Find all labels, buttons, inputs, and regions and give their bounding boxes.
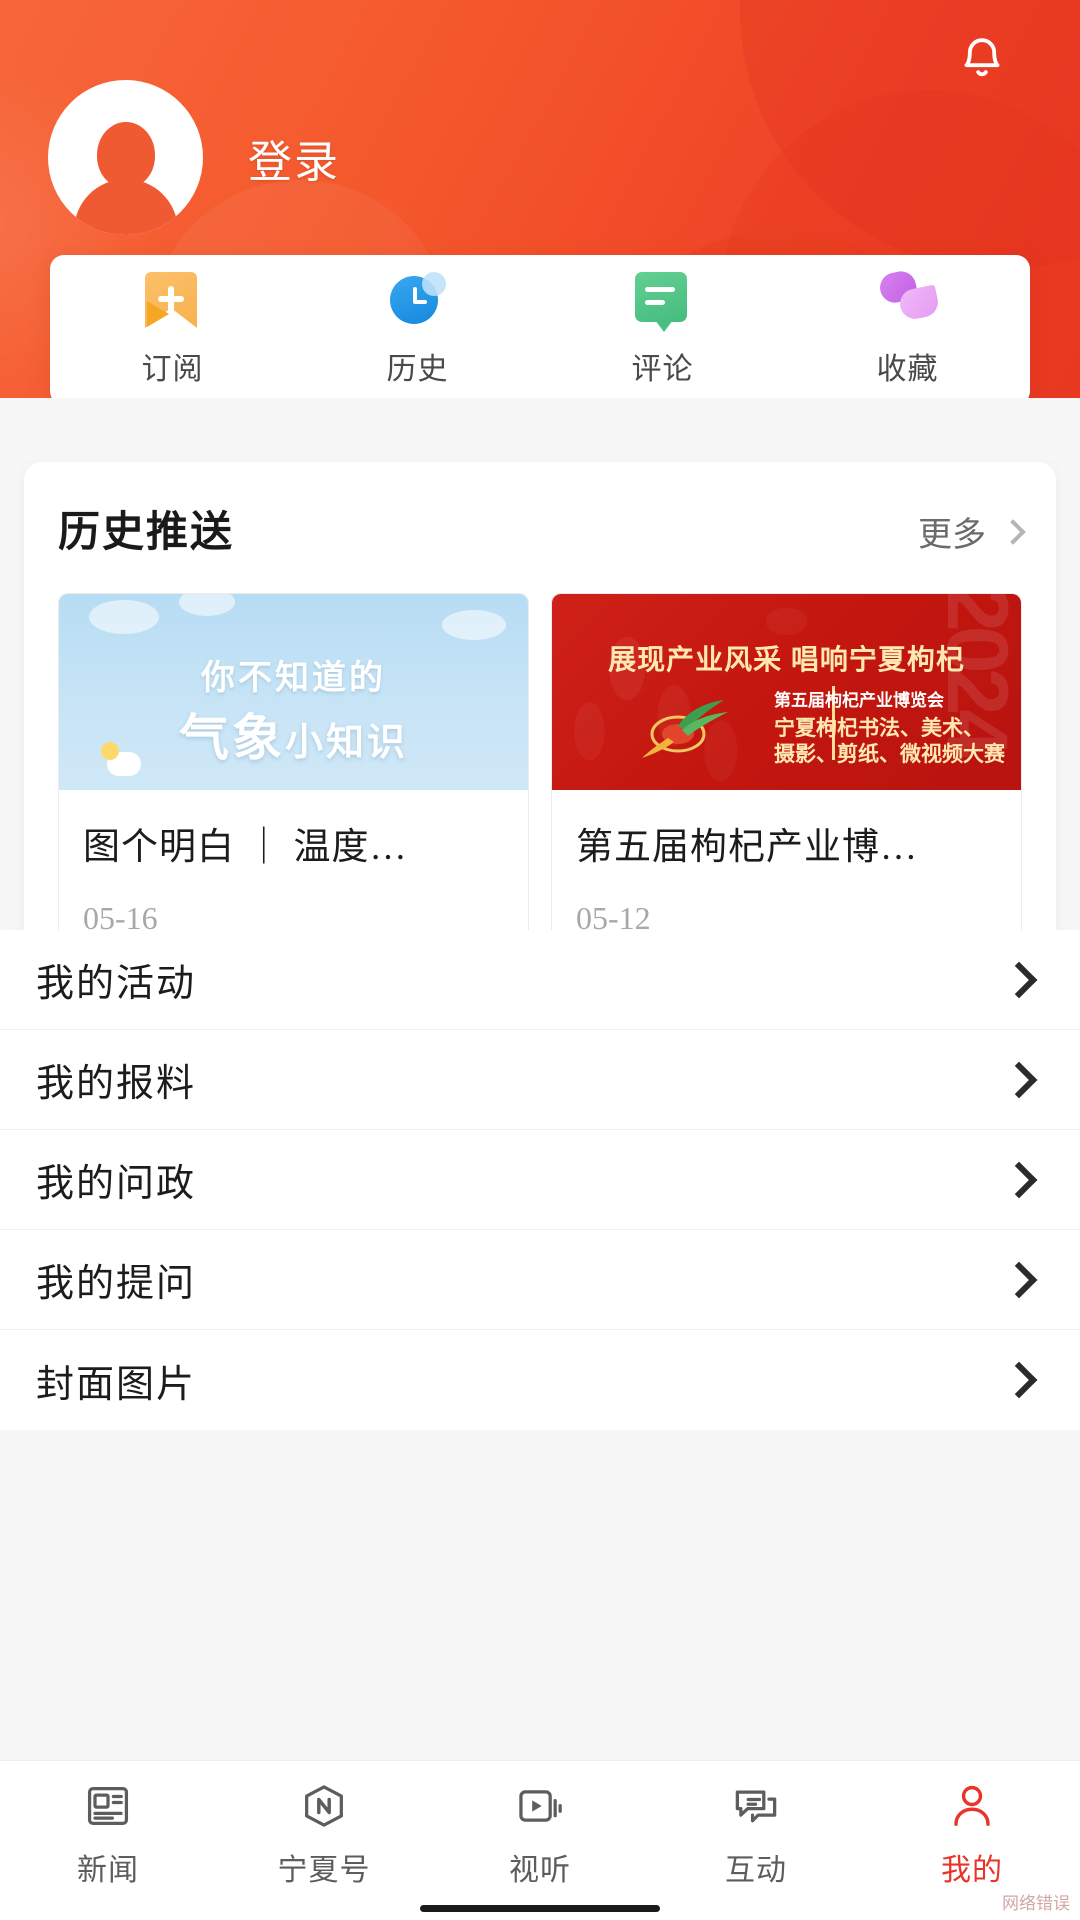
video-play-icon — [511, 1779, 569, 1833]
history-push-item[interactable]: 你不知道的 气象小知识 图个明白 ｜ 温度… 05-16 — [58, 593, 529, 958]
avatar[interactable] — [48, 80, 203, 235]
menu-item-label: 我的报料 — [36, 1063, 197, 1105]
sun-cloud-icon — [101, 742, 141, 776]
quick-action-label: 历史 — [386, 353, 449, 386]
menu-item-label: 我的活动 — [36, 963, 197, 1005]
article-thumbnail: 你不知道的 气象小知识 — [59, 594, 528, 790]
menu-item-label: 我的提问 — [36, 1263, 197, 1305]
comment-icon — [634, 272, 691, 332]
thumbnail-line-2-big: 气象 — [178, 710, 285, 766]
history-push-card: 历史推送 更多 你不知道的 气象小知识 图个明白 ｜ 温度… 05-16 202… — [24, 462, 1056, 992]
menu-item-my-question[interactable]: 我的提问 — [0, 1230, 1080, 1330]
chevron-right-icon — [1000, 1361, 1038, 1399]
notification-bell-button[interactable] — [944, 24, 1020, 100]
tab-label: 宁夏号 — [277, 1854, 371, 1887]
tab-label: 互动 — [725, 1854, 787, 1887]
thumbnail-line-2: 气象小知识 — [179, 698, 408, 770]
chevron-right-icon — [1000, 961, 1038, 998]
login-label[interactable]: 登录 — [248, 126, 340, 190]
tab-news[interactable]: 新闻 — [0, 1779, 216, 1889]
quick-actions-card: 订阅 历史 评论 收藏 — [50, 255, 1030, 398]
bottom-navigation-bar: 新闻 宁夏号 视听 互动 我的 — [0, 1760, 1080, 1920]
history-clock-icon — [389, 272, 446, 328]
app-root: 登录 订阅 历史 评论 收藏 历史推送 更多 你不知道的 气象小知识 图个明白 … — [0, 0, 1080, 1920]
chevron-right-icon — [1000, 1161, 1038, 1198]
article-title: 第五届枸杞产业博… — [576, 827, 918, 868]
menu-item-my-government-inquiry[interactable]: 我的问政 — [0, 1130, 1080, 1230]
quick-action-comment[interactable]: 评论 — [540, 272, 785, 388]
thumbnail-sub-0: 第五届枸杞产业博览会 — [774, 691, 944, 710]
login-area[interactable]: 登录 — [48, 80, 340, 235]
tab-audio-video[interactable]: 视听 — [432, 1779, 648, 1889]
tab-interaction[interactable]: 互动 — [648, 1779, 864, 1889]
avatar-head — [96, 121, 155, 188]
article-thumbnail: 2024 展现产业风采 唱响宁夏枸杞 第五届枸杞产业博览会 宁夏枸杞书法、美术、… — [552, 594, 1021, 790]
tab-label: 我的 — [941, 1854, 1003, 1887]
favorite-icon — [876, 268, 941, 328]
history-push-header: 历史推送 更多 — [58, 498, 1026, 559]
quick-action-favorite[interactable]: 收藏 — [785, 268, 1030, 388]
chat-bubbles-icon — [727, 1779, 785, 1833]
thumbnail-headline: 展现产业风采 唱响宁夏枸杞 — [608, 644, 965, 675]
quick-action-label: 评论 — [631, 353, 694, 386]
tab-mine[interactable]: 我的 — [864, 1779, 1080, 1889]
person-icon — [943, 1779, 1001, 1833]
tab-label: 视听 — [509, 1854, 571, 1887]
bell-icon — [955, 33, 1009, 92]
subscribe-icon — [144, 272, 201, 328]
quick-action-label: 订阅 — [141, 353, 204, 386]
menu-item-label: 封面图片 — [36, 1363, 197, 1406]
menu-item-cover-image[interactable]: 封面图片 — [0, 1330, 1080, 1430]
account-menu-list: 我的活动 我的报料 我的问政 我的提问 封面图片 — [0, 930, 1080, 1430]
quick-action-history[interactable]: 历史 — [295, 272, 540, 388]
quick-action-label: 收藏 — [876, 353, 939, 386]
history-push-item[interactable]: 2024 展现产业风采 唱响宁夏枸杞 第五届枸杞产业博览会 宁夏枸杞书法、美术、… — [551, 593, 1022, 958]
thumbnail-line-1: 你不知道的 — [201, 659, 386, 697]
history-push-more-link[interactable]: 更多 — [918, 507, 1026, 556]
history-push-title: 历史推送 — [58, 510, 235, 556]
home-indicator — [420, 1905, 660, 1912]
history-push-list: 你不知道的 气象小知识 图个明白 ｜ 温度… 05-16 2024 展现产业风采… — [58, 593, 1022, 958]
profile-header: 登录 订阅 历史 评论 收藏 — [0, 0, 1080, 398]
thumbnail-sub-1: 宁夏枸杞书法、美术、 — [774, 717, 984, 740]
chevron-right-icon — [1000, 1261, 1038, 1298]
thumbnail-sub-2: 摄影、剪纸、微视频大赛 — [774, 742, 1005, 766]
avatar-body — [73, 179, 178, 235]
chevron-right-icon — [1000, 1061, 1038, 1098]
news-icon — [79, 1779, 137, 1833]
menu-item-my-report[interactable]: 我的报料 — [0, 1030, 1080, 1130]
article-title: 图个明白 ｜ 温度… — [83, 827, 408, 868]
menu-item-my-activity[interactable]: 我的活动 — [0, 930, 1080, 1030]
tab-label: 新闻 — [77, 1854, 139, 1887]
quick-action-subscribe[interactable]: 订阅 — [50, 272, 295, 388]
goji-emblem-icon — [638, 698, 734, 760]
menu-item-label: 我的问政 — [36, 1163, 197, 1205]
tab-ningxia-hao[interactable]: 宁夏号 — [216, 1779, 432, 1889]
thumbnail-line-2-small: 小知识 — [284, 722, 409, 764]
watermark-text: 网络错误 — [1002, 1894, 1070, 1913]
thumbnail-subtext: 第五届枸杞产业博览会 宁夏枸杞书法、美术、 摄影、剪纸、微视频大赛 — [774, 686, 1005, 767]
chevron-right-icon — [1000, 518, 1026, 545]
more-label: 更多 — [918, 517, 986, 554]
ningxia-n-icon — [295, 1779, 353, 1833]
header-decoration-blob — [740, 0, 1080, 270]
